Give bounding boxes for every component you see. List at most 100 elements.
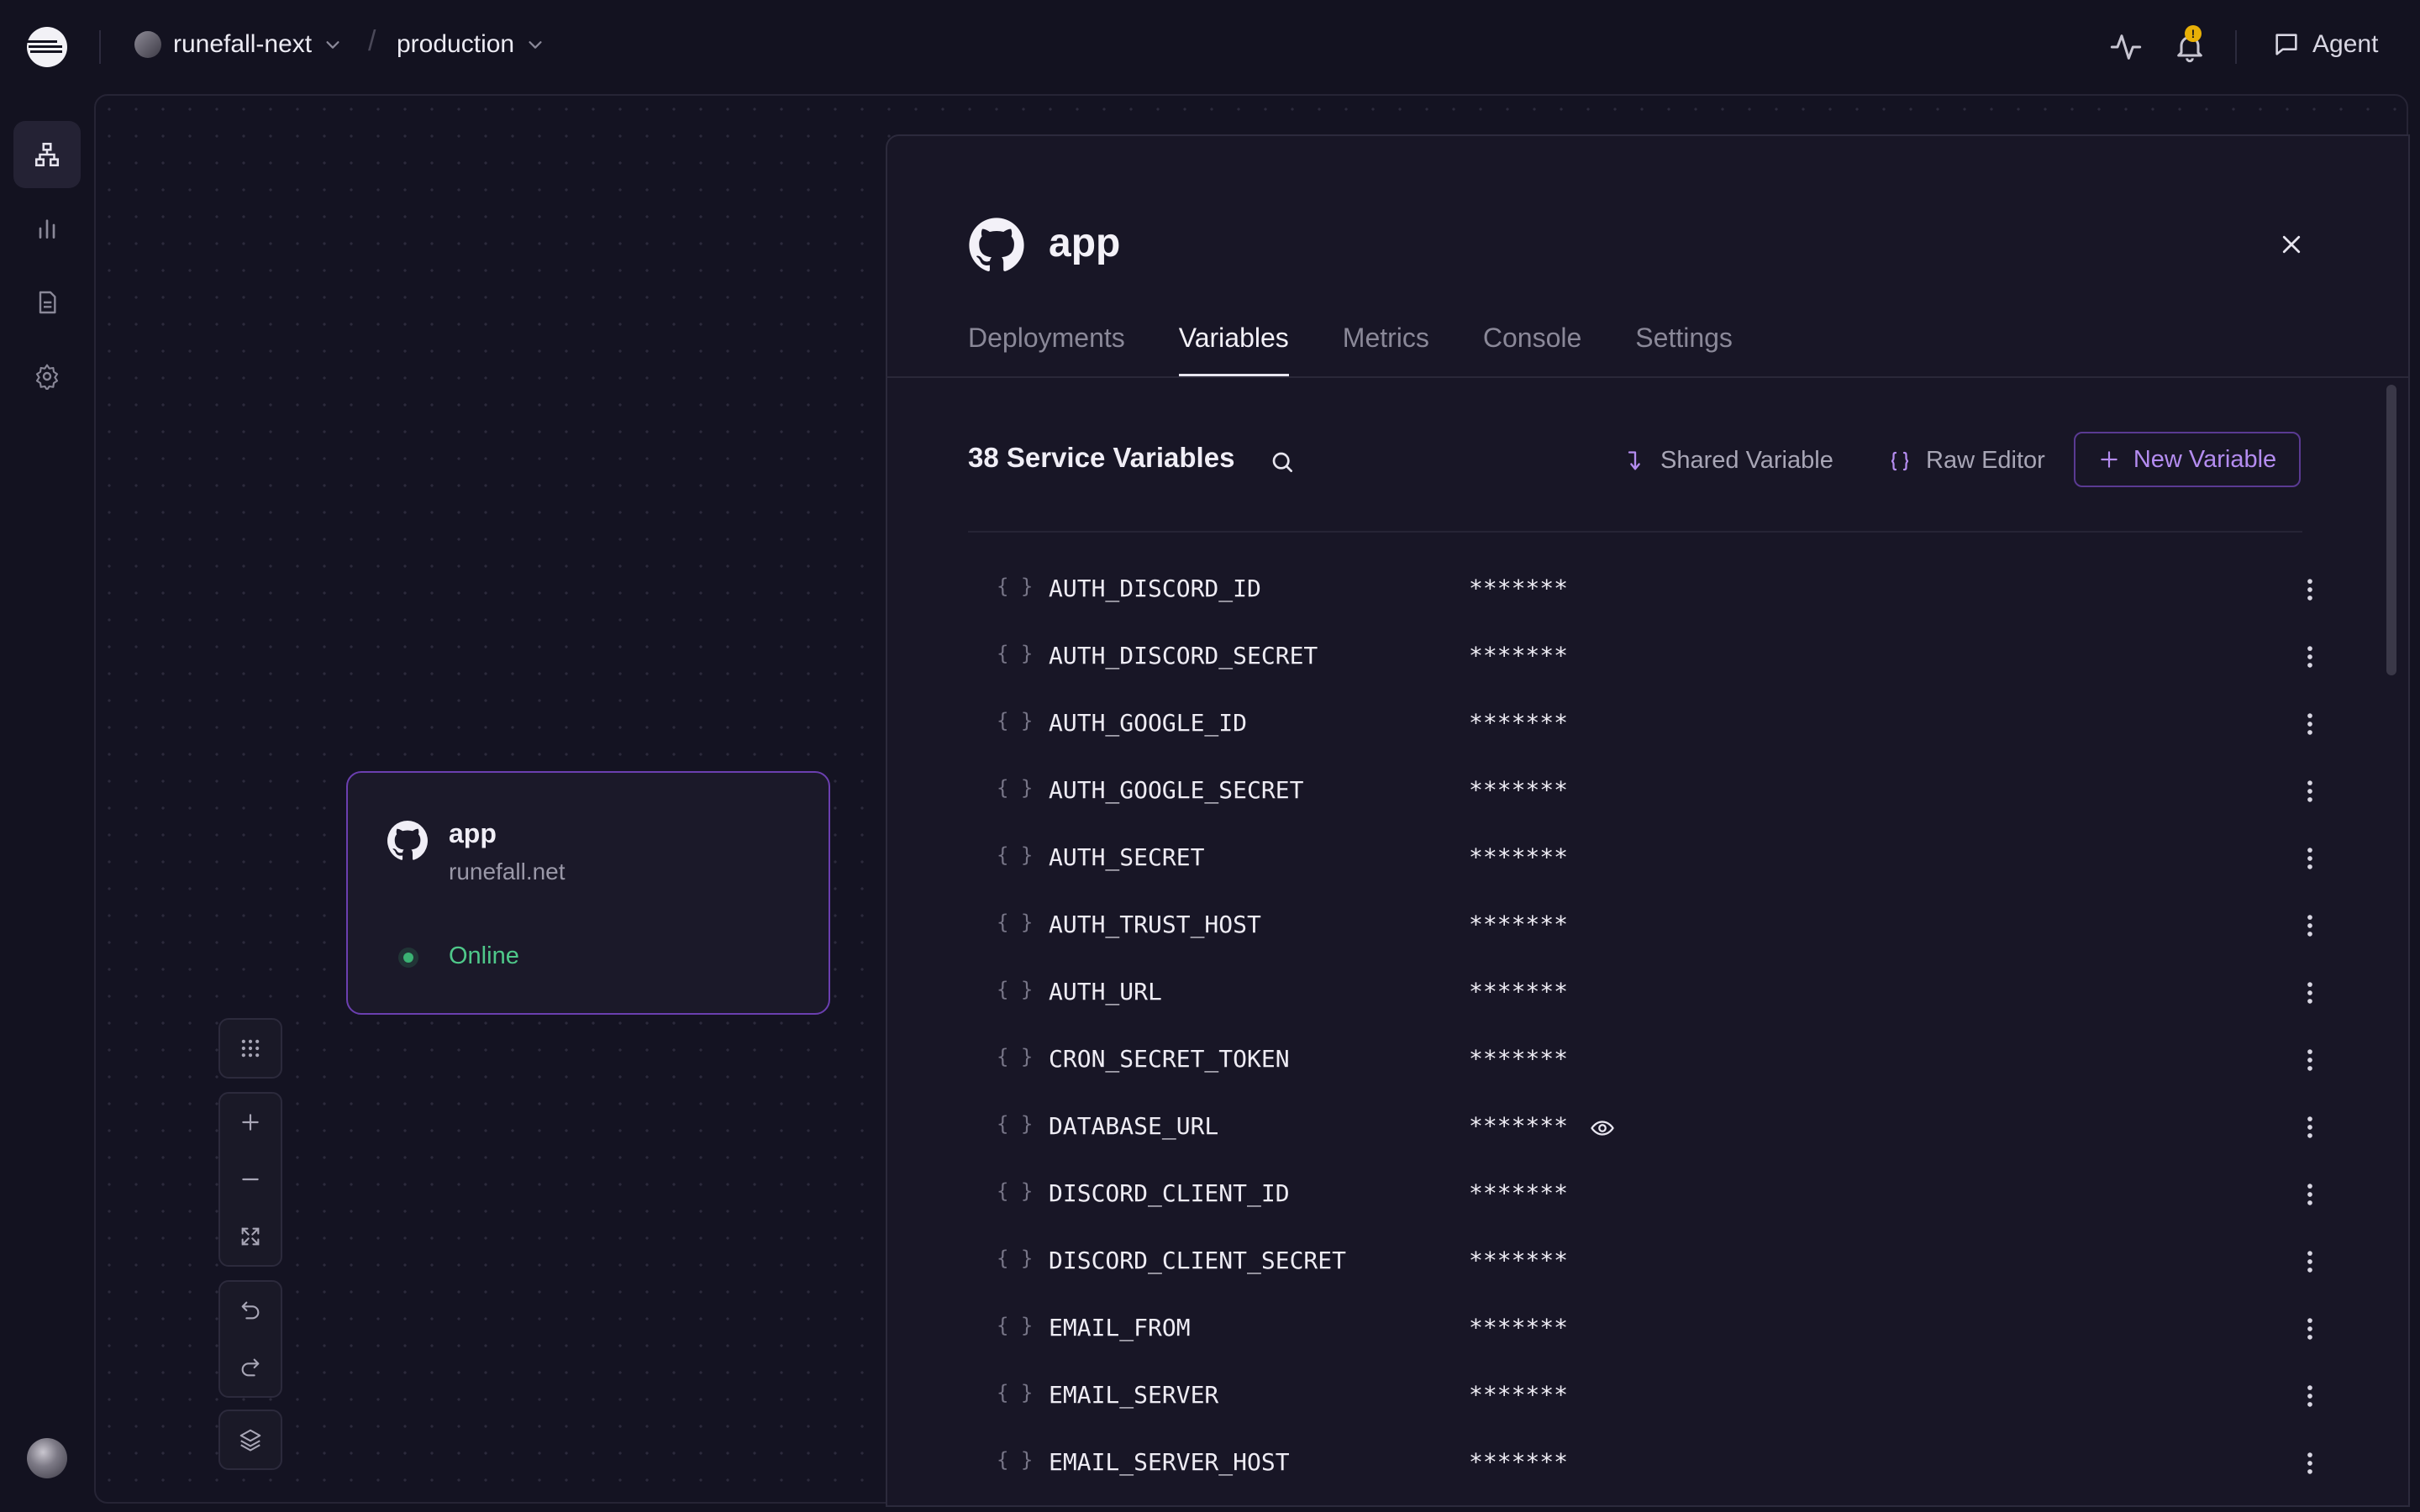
close-icon[interactable] <box>2279 232 2304 257</box>
variable-name[interactable]: AUTH_TRUST_HOST <box>1049 911 1261 938</box>
new-variable-button[interactable]: New Variable <box>2074 432 2301 487</box>
variable-name[interactable]: AUTH_DISCORD_SECRET <box>1049 642 1318 669</box>
variable-row[interactable]: { } AUTH_URL ******* <box>968 959 2312 1026</box>
project-name: runefall-next <box>173 30 313 58</box>
variable-value[interactable]: ******* <box>1469 1112 1568 1140</box>
tab-console[interactable]: Console <box>1483 323 1581 376</box>
divider <box>99 30 101 64</box>
variable-value[interactable]: ******* <box>1469 1381 1568 1409</box>
more-options-icon[interactable] <box>2296 1446 2324 1480</box>
more-options-icon[interactable] <box>2296 1312 2324 1346</box>
variable-name[interactable]: DISCORD_CLIENT_SECRET <box>1049 1247 1346 1274</box>
shared-variable-button[interactable]: Shared Variable <box>1623 447 1833 475</box>
user-avatar[interactable] <box>27 1438 67 1478</box>
railway-logo-icon[interactable] <box>25 25 69 69</box>
status-dot <box>403 953 413 963</box>
variable-row[interactable]: { } AUTH_GOOGLE_ID ******* <box>968 690 2312 758</box>
variable-row[interactable]: { } AUTH_DISCORD_ID ******* <box>968 556 2312 623</box>
sidebar-item-settings[interactable] <box>13 343 81 410</box>
grid-icon[interactable] <box>220 1020 281 1077</box>
more-options-icon[interactable] <box>2296 909 2324 942</box>
variable-name[interactable]: AUTH_DISCORD_ID <box>1049 575 1261 602</box>
more-options-icon[interactable] <box>2296 1245 2324 1278</box>
variable-value[interactable]: ******* <box>1469 911 1568 938</box>
tab-metrics[interactable]: Metrics <box>1343 323 1429 376</box>
variable-row[interactable]: { } DISCORD_CLIENT_ID ******* <box>968 1161 2312 1228</box>
variable-name[interactable]: AUTH_GOOGLE_SECRET <box>1049 776 1303 804</box>
more-options-icon[interactable] <box>2296 707 2324 741</box>
more-options-icon[interactable] <box>2296 774 2324 808</box>
tab-settings[interactable]: Settings <box>1635 323 1733 376</box>
undo-icon[interactable] <box>220 1282 281 1339</box>
scrollbar-thumb[interactable] <box>2386 385 2396 675</box>
divider <box>968 531 2302 533</box>
variable-value[interactable]: ******* <box>1469 1045 1568 1073</box>
more-options-icon[interactable] <box>2296 1178 2324 1211</box>
service-domain: runefall.net <box>449 858 566 885</box>
tab-variables[interactable]: Variables <box>1178 323 1289 376</box>
variable-row[interactable]: { } DATABASE_URL ******* <box>968 1094 2312 1161</box>
braces-icon: { } <box>997 1112 1034 1136</box>
architecture-icon <box>34 142 60 167</box>
variable-value[interactable]: ******* <box>1469 843 1568 871</box>
variable-row[interactable]: { } AUTH_GOOGLE_SECRET ******* <box>968 758 2312 825</box>
zoom-in-icon[interactable] <box>220 1094 281 1151</box>
variable-value[interactable]: ******* <box>1469 1179 1568 1207</box>
variable-value[interactable]: ******* <box>1469 978 1568 1005</box>
more-options-icon[interactable] <box>2296 976 2324 1010</box>
variable-name[interactable]: CRON_SECRET_TOKEN <box>1049 1045 1290 1073</box>
variable-name[interactable]: EMAIL_SERVER_HOST <box>1049 1448 1290 1476</box>
variable-name[interactable]: AUTH_GOOGLE_ID <box>1049 709 1247 737</box>
variable-row[interactable]: { } AUTH_SECRET ******* <box>968 825 2312 892</box>
variable-row[interactable]: { } CRON_SECRET_TOKEN ******* <box>968 1026 2312 1094</box>
new-variable-label: New Variable <box>2133 445 2277 473</box>
more-options-icon[interactable] <box>2296 1043 2324 1077</box>
layers-icon[interactable] <box>220 1411 281 1468</box>
variable-value[interactable]: ******* <box>1469 709 1568 737</box>
agent-button[interactable]: Agent <box>2272 30 2378 59</box>
github-icon <box>968 217 1025 274</box>
variable-value[interactable]: ******* <box>1469 1448 1568 1476</box>
more-options-icon[interactable] <box>2296 1110 2324 1144</box>
environment-selector[interactable]: production <box>397 30 544 59</box>
github-icon <box>387 820 429 862</box>
variable-name[interactable]: DISCORD_CLIENT_ID <box>1049 1179 1290 1207</box>
variable-value[interactable]: ******* <box>1469 642 1568 669</box>
activity-icon[interactable] <box>2109 30 2143 64</box>
sidebar-item-metrics[interactable] <box>13 195 81 262</box>
variable-name[interactable]: AUTH_URL <box>1049 978 1162 1005</box>
more-options-icon[interactable] <box>2296 573 2324 606</box>
service-card[interactable]: app runefall.net Online <box>346 771 830 1015</box>
eye-icon[interactable] <box>1590 1116 1615 1141</box>
variable-value[interactable]: ******* <box>1469 776 1568 804</box>
variable-row[interactable]: { } DISCORD_CLIENT_SECRET ******* <box>968 1228 2312 1295</box>
more-options-icon[interactable] <box>2296 640 2324 674</box>
sidebar-item-architecture[interactable] <box>13 121 81 188</box>
sidebar-item-logs[interactable] <box>13 269 81 336</box>
variable-row[interactable]: { } EMAIL_SERVER_HOST ******* <box>968 1430 2312 1497</box>
variables-list: { } AUTH_DISCORD_ID ******* { } AUTH_DISCORD… <box>968 556 2312 1497</box>
search-icon[interactable] <box>1269 449 1296 475</box>
project-selector[interactable]: runefall-next <box>134 30 342 59</box>
raw-editor-label: Raw Editor <box>1926 447 2045 474</box>
variable-value[interactable]: ******* <box>1469 575 1568 602</box>
raw-editor-button[interactable]: Raw Editor <box>1887 447 2045 475</box>
variable-row[interactable]: { } AUTH_TRUST_HOST ******* <box>968 892 2312 959</box>
variable-name[interactable]: DATABASE_URL <box>1049 1112 1218 1140</box>
canvas-zoom-controls <box>218 1092 282 1267</box>
zoom-out-icon[interactable] <box>220 1151 281 1208</box>
fit-view-icon[interactable] <box>220 1208 281 1265</box>
more-options-icon[interactable] <box>2296 842 2324 875</box>
redo-icon[interactable] <box>220 1339 281 1396</box>
tab-deployments[interactable]: Deployments <box>968 323 1125 376</box>
braces-icon: { } <box>997 1314 1034 1337</box>
variable-name[interactable]: EMAIL_FROM <box>1049 1314 1191 1341</box>
variable-row[interactable]: { } EMAIL_FROM ******* <box>968 1295 2312 1362</box>
variable-name[interactable]: AUTH_SECRET <box>1049 843 1204 871</box>
variable-row[interactable]: { } EMAIL_SERVER ******* <box>968 1362 2312 1430</box>
variable-value[interactable]: ******* <box>1469 1314 1568 1341</box>
variable-value[interactable]: ******* <box>1469 1247 1568 1274</box>
variable-row[interactable]: { } AUTH_DISCORD_SECRET ******* <box>968 623 2312 690</box>
more-options-icon[interactable] <box>2296 1379 2324 1413</box>
variable-name[interactable]: EMAIL_SERVER <box>1049 1381 1218 1409</box>
